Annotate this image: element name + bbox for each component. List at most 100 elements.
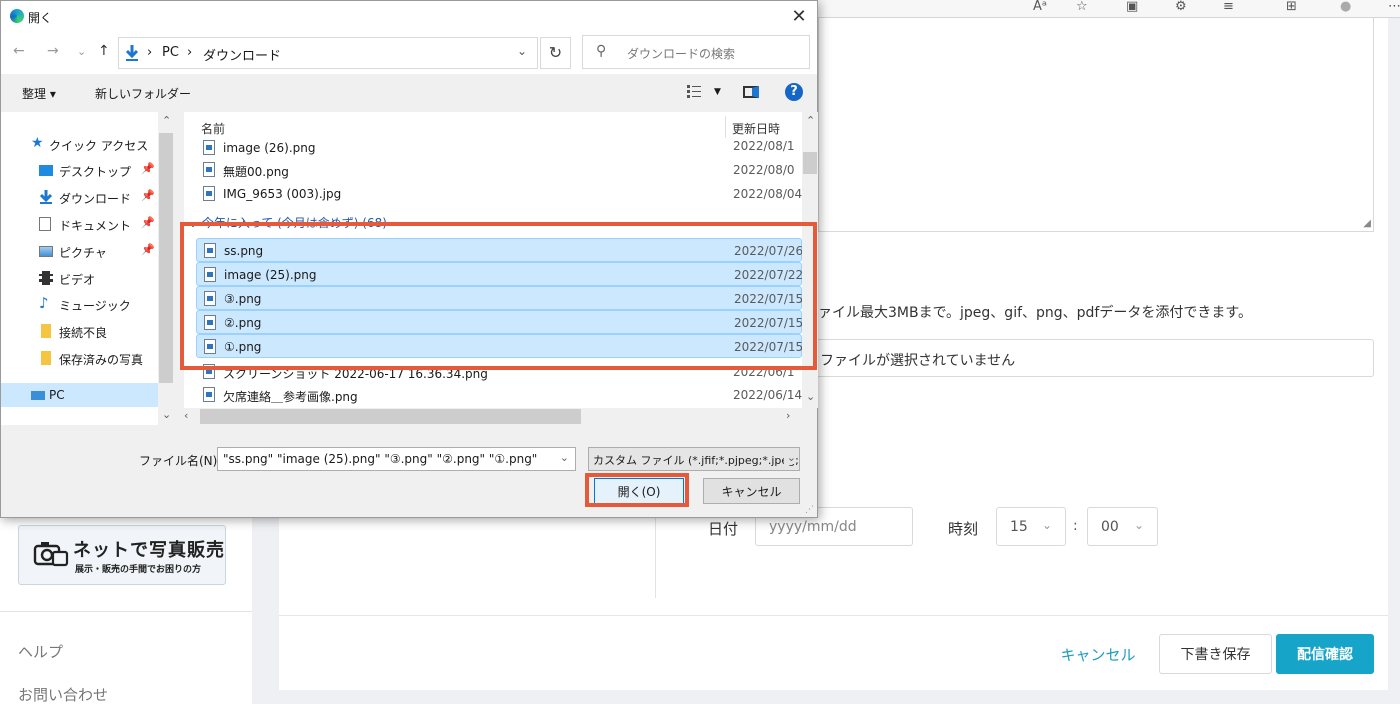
scroll-down-icon[interactable]: ⌄ xyxy=(806,390,815,403)
message-textarea[interactable]: ◢ xyxy=(818,18,1374,232)
scroll-thumb[interactable] xyxy=(200,409,581,424)
file-row-selected[interactable]: image (25).png 2022/07/22 xyxy=(196,262,802,286)
nav-scrollbar[interactable]: ⌃ ⌄ xyxy=(158,112,174,425)
photo-sales-banner[interactable]: ネットで写真販売 展示・販売の手間でお困りの方 xyxy=(18,525,226,585)
search-input[interactable]: ⚲ ダウンロードの検索 xyxy=(582,35,810,69)
help-icon[interactable]: ? xyxy=(785,83,803,101)
file-row-selected[interactable]: ss.png 2022/07/26 xyxy=(196,238,802,262)
nav-item-folder-connection[interactable]: 接続不良 xyxy=(1,319,158,343)
address-bar[interactable]: › PC › ダウンロード ⌄ xyxy=(118,37,538,69)
file-row[interactable]: 無題00.png 2022/08/0 xyxy=(196,158,802,182)
file-row-selected[interactable]: ②.png 2022/07/15 xyxy=(196,310,802,334)
folder-icon xyxy=(41,351,51,365)
file-name: image (26).png xyxy=(223,141,316,155)
breadcrumb-pc[interactable]: PC xyxy=(162,45,179,60)
hour-select[interactable]: 15 ⌄ xyxy=(996,507,1066,546)
add-tab-icon[interactable]: ⊞ xyxy=(1286,0,1297,14)
group-header[interactable]: ⌄ 今年に入って (今月は含めず) (68) xyxy=(188,214,387,231)
scroll-left-icon[interactable]: ‹ xyxy=(184,409,188,422)
view-dropdown-icon[interactable]: ▼ xyxy=(714,87,721,97)
column-separator[interactable] xyxy=(725,116,726,138)
nav-item-label: クイック アクセス xyxy=(49,139,149,153)
nav-item-label: デスクトップ xyxy=(59,165,132,179)
chevron-down-icon[interactable]: ⌄ xyxy=(560,451,569,464)
file-row[interactable]: スクリーンショット 2022-06-17 16.36.34.png 2022/06… xyxy=(196,360,802,384)
breadcrumb-downloads[interactable]: ダウンロード xyxy=(203,45,281,64)
file-list-scrollbar[interactable]: ⌃ ⌄ xyxy=(802,112,818,408)
nav-item-music[interactable]: ♪ ミュージック xyxy=(1,292,158,316)
profile-icon[interactable]: ● xyxy=(1340,0,1351,14)
forward-button[interactable]: → xyxy=(47,43,59,59)
file-date: 2022/07/26 xyxy=(734,244,802,258)
chevron-down-icon[interactable]: ⌄ xyxy=(517,44,527,58)
chevron-down-icon: ⌄ xyxy=(1041,518,1052,532)
nav-item-pictures[interactable]: ピクチャ 📌 xyxy=(1,239,158,263)
save-draft-button[interactable]: 下書き保存 xyxy=(1159,634,1272,674)
nav-item-documents[interactable]: ドキュメント 📌 xyxy=(1,212,158,236)
more-icon[interactable]: ⋯ xyxy=(1388,0,1400,14)
resize-grip-icon[interactable]: ◢ xyxy=(1363,218,1371,229)
resize-grip-icon[interactable]: ⋰ xyxy=(805,505,814,515)
column-header-name[interactable]: 名前 xyxy=(201,120,225,137)
minute-select[interactable]: 00 ⌄ xyxy=(1087,507,1158,546)
image-file-icon xyxy=(203,162,215,177)
horizontal-scrollbar[interactable]: ‹ › xyxy=(174,408,802,425)
file-name: ①.png xyxy=(224,340,262,354)
read-aloud-icon[interactable]: Aᵃ xyxy=(1033,0,1047,14)
refresh-button[interactable]: ↻ xyxy=(540,37,571,69)
file-row[interactable]: IMG_9653 (003).jpg 2022/08/04 xyxy=(196,182,802,206)
file-date: 2022/08/0 xyxy=(733,163,795,177)
nav-item-quick-access[interactable]: ★ クイック アクセス xyxy=(1,132,158,156)
up-button[interactable]: ↑ xyxy=(98,43,110,59)
dialog-cancel-button[interactable]: キャンセル xyxy=(703,478,800,504)
navigation-pane: ★ クイック アクセス デスクトップ 📌 ダウンロード 📌 ドキュメント 📌 ピ… xyxy=(1,112,174,425)
nav-item-videos[interactable]: ビデオ xyxy=(1,266,158,290)
scroll-down-icon[interactable]: ⌄ xyxy=(162,408,171,421)
scroll-right-icon[interactable]: › xyxy=(786,409,790,422)
nav-item-label: 接続不良 xyxy=(59,326,108,340)
file-row-selected[interactable]: ①.png 2022/07/15 xyxy=(196,334,802,358)
recent-locations-button[interactable]: ⌄ xyxy=(77,45,86,58)
cancel-button[interactable]: キャンセル xyxy=(1048,635,1148,673)
scroll-thumb[interactable] xyxy=(803,152,817,174)
banner-subtitle: 展示・販売の手間でお困りの方 xyxy=(75,565,202,575)
close-button[interactable]: ✕ xyxy=(781,3,817,30)
nav-item-saved-photos[interactable]: 保存済みの写真 xyxy=(1,346,158,370)
image-file-icon xyxy=(203,140,215,155)
scroll-up-icon[interactable]: ⌃ xyxy=(162,114,171,127)
image-file-icon xyxy=(203,364,215,379)
nav-item-desktop[interactable]: デスクトップ 📌 xyxy=(1,158,158,182)
contact-link[interactable]: お問い合わせ xyxy=(18,684,108,704)
file-row[interactable]: 欠席連絡＿参考画像.png 2022/06/14 xyxy=(196,383,802,407)
nav-item-pc[interactable]: PC xyxy=(1,383,158,407)
scroll-thumb[interactable] xyxy=(159,133,173,383)
nav-item-downloads[interactable]: ダウンロード 📌 xyxy=(1,185,158,209)
star-icon: ★ xyxy=(31,135,44,151)
filename-input[interactable]: "ss.png" "image (25).png" "③.png" "②.png… xyxy=(217,447,576,471)
folder-icon xyxy=(41,324,51,338)
open-button[interactable]: 開く(O) xyxy=(594,478,684,504)
attachment-note: ァイル最大3MBまで。jpeg、gif、png、pdfデータを添付できます。 xyxy=(818,305,1252,321)
new-folder-button[interactable]: 新しいフォルダー xyxy=(95,85,191,102)
back-button[interactable]: ← xyxy=(13,43,25,59)
filetype-select[interactable]: カスタム ファイル (*.jfif;*.pjpeg;*.jpeg;*.pjp;*… xyxy=(588,447,800,471)
column-header-modified[interactable]: 更新日時 xyxy=(732,120,780,137)
nav-item-label: ダウンロード xyxy=(59,192,132,206)
view-options-icon[interactable] xyxy=(687,85,701,98)
organize-button[interactable]: 整理 ▾ xyxy=(22,85,56,102)
preview-pane-icon[interactable] xyxy=(743,86,759,98)
confirm-delivery-button[interactable]: 配信確認 xyxy=(1276,634,1374,674)
extensions-icon[interactable]: ⚙ xyxy=(1175,0,1187,14)
browser-toolbar: Aᵃ ☆ ▣ ⚙ ≡ ⊞ ● ⋯ xyxy=(818,0,1400,18)
file-row[interactable]: image (26).png xyxy=(196,136,802,160)
edge-logo-icon xyxy=(10,9,24,23)
help-link[interactable]: ヘルプ xyxy=(18,641,63,662)
collections-icon[interactable]: ▣ xyxy=(1126,0,1138,14)
file-row-selected[interactable]: ③.png 2022/07/15 xyxy=(196,286,802,310)
search-placeholder: ダウンロードの検索 xyxy=(627,47,736,61)
divider xyxy=(0,611,252,612)
favorites-list-icon[interactable]: ≡ xyxy=(1223,0,1234,14)
favorite-icon[interactable]: ☆ xyxy=(1076,0,1088,14)
scroll-up-icon[interactable]: ⌃ xyxy=(806,114,815,127)
file-date: 2022/08/04 xyxy=(733,187,802,201)
